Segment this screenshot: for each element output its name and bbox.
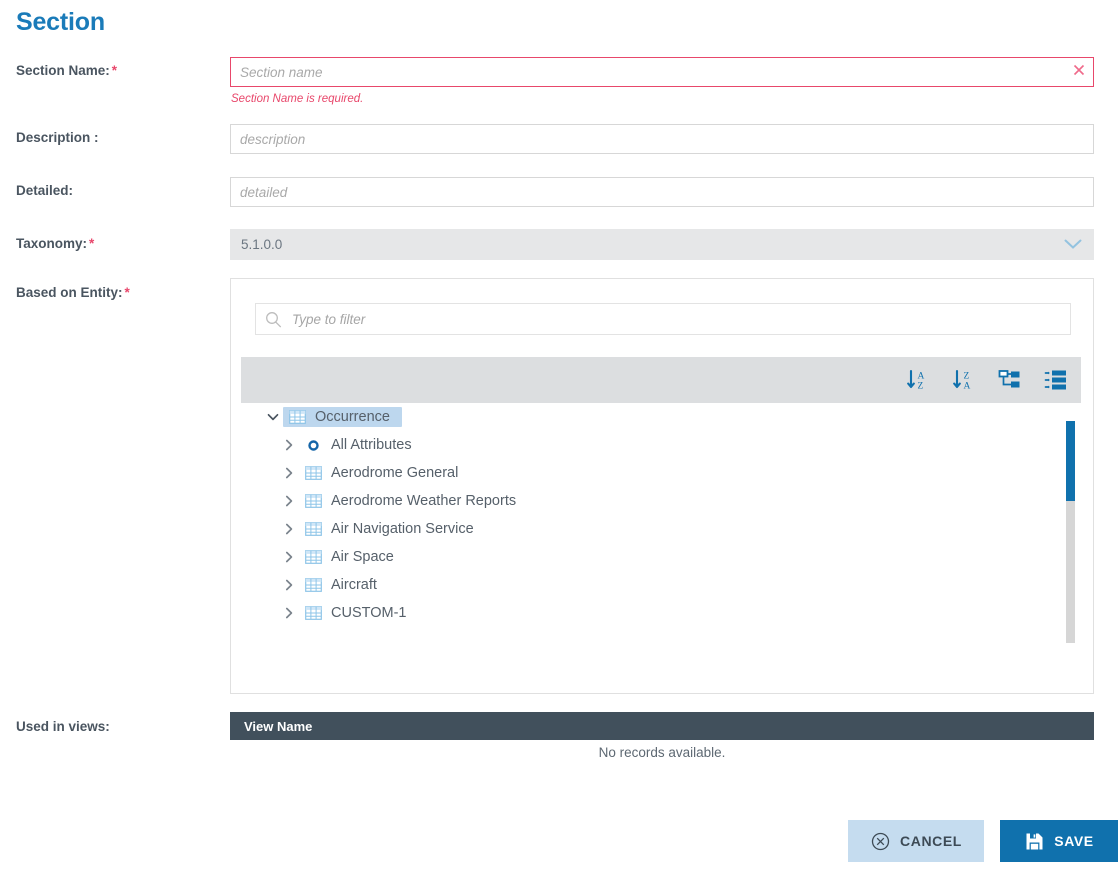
tree-node[interactable]: All Attributes	[241, 431, 1081, 459]
chevron-right-icon[interactable]	[279, 463, 299, 483]
table-icon	[304, 606, 322, 621]
entity-filter-input[interactable]	[290, 310, 1070, 328]
tree-node[interactable]: Air Navigation Service	[241, 515, 1081, 543]
tree-node-label: Air Navigation Service	[331, 521, 474, 537]
views-grid-header: View Name	[230, 712, 1094, 740]
chevron-right-icon[interactable]	[279, 491, 299, 511]
tree-node-chip[interactable]: CUSTOM-1	[299, 603, 418, 623]
cancel-circle-icon	[870, 831, 890, 851]
tree-scrollbar-thumb[interactable]	[1066, 421, 1075, 501]
description-input[interactable]	[230, 124, 1094, 154]
svg-text:Z: Z	[918, 381, 924, 391]
cancel-button-label: CANCEL	[900, 833, 962, 849]
save-button[interactable]: SAVE	[1000, 820, 1118, 862]
tree-node-label: Aerodrome Weather Reports	[331, 493, 517, 509]
tree-node-label: All Attributes	[331, 437, 412, 453]
tree-node[interactable]: Aerodrome Weather Reports	[241, 487, 1081, 515]
tree-node-chip[interactable]: Aerodrome General	[299, 463, 470, 483]
save-button-label: SAVE	[1054, 833, 1094, 849]
sort-ascending-icon[interactable]: A Z	[905, 367, 931, 393]
svg-text:A: A	[918, 372, 925, 382]
tree-node-chip[interactable]: All Attributes	[299, 435, 424, 455]
tree-node-chip[interactable]: Air Navigation Service	[299, 519, 486, 539]
detailed-label-text: Detailed:	[16, 183, 74, 198]
chevron-down-icon[interactable]	[263, 407, 283, 427]
based-on-entity-label: Based on Entity: *	[16, 285, 130, 300]
chevron-right-icon[interactable]	[279, 547, 299, 567]
chevron-right-icon[interactable]	[279, 435, 299, 455]
tree-toolbar: A Z Z A	[241, 357, 1081, 403]
tree-node-label: Occurrence	[315, 409, 390, 425]
search-icon	[265, 311, 282, 328]
section-name-error: Section Name is required.	[231, 93, 364, 105]
column-header-view-name: View Name	[244, 718, 313, 734]
tree-view-icon[interactable]	[997, 367, 1023, 393]
tree-node-chip[interactable]: Air Space	[299, 547, 406, 567]
chevron-right-icon[interactable]	[279, 519, 299, 539]
taxonomy-label: Taxonomy: *	[16, 236, 94, 251]
required-asterisk: *	[124, 285, 130, 300]
required-asterisk: *	[111, 63, 118, 78]
based-on-entity-label-text: Based on Entity:	[16, 285, 123, 300]
tree-node-chip[interactable]: Aerodrome Weather Reports	[299, 491, 528, 511]
entity-tree: Occurrence All Attributes Aerodrome Genera…	[241, 403, 1081, 683]
chevron-right-icon[interactable]	[279, 603, 299, 623]
description-label-text: Description :	[16, 130, 99, 145]
taxonomy-select[interactable]: 5.1.0.0	[230, 229, 1094, 260]
views-grid-empty-message: No records available.	[598, 745, 726, 760]
section-name-label-text: Section Name:	[16, 63, 110, 78]
table-icon	[304, 522, 322, 537]
tree-node[interactable]: CUSTOM-1	[241, 599, 1081, 627]
sort-descending-icon[interactable]: Z A	[951, 367, 977, 393]
table-icon	[288, 410, 306, 425]
description-label: Description :	[16, 130, 99, 145]
chevron-right-icon[interactable]	[279, 575, 299, 595]
section-name-label: Section Name: *	[16, 63, 117, 78]
table-icon	[304, 466, 322, 481]
used-in-views-label: Used in views:	[16, 719, 110, 734]
cancel-button[interactable]: CANCEL	[848, 820, 984, 862]
chevron-down-icon	[1063, 239, 1083, 251]
tree-node-label: CUSTOM-1	[331, 605, 407, 621]
attribute-dot-icon	[304, 438, 322, 453]
tree-node[interactable]: Air Space	[241, 543, 1081, 571]
tree-node-chip[interactable]: Aircraft	[299, 575, 389, 595]
table-icon	[304, 578, 322, 593]
detailed-input[interactable]	[230, 177, 1094, 207]
section-name-input[interactable]	[230, 57, 1094, 87]
tree-node-label: Aircraft	[331, 577, 377, 593]
taxonomy-label-text: Taxonomy:	[16, 236, 88, 251]
svg-text:Z: Z	[964, 372, 970, 382]
list-view-icon[interactable]	[1043, 367, 1069, 393]
tree-node-label: Air Space	[331, 549, 394, 565]
close-icon[interactable]	[1070, 63, 1088, 81]
table-icon	[304, 550, 322, 565]
taxonomy-value: 5.1.0.0	[241, 237, 283, 252]
page-title: Section	[16, 8, 105, 36]
tree-node-chip[interactable]: Occurrence	[283, 407, 402, 427]
section-form-page: Section Section Name:* Section Name is r…	[0, 0, 1118, 891]
entity-picker-panel: A Z Z A	[230, 278, 1094, 694]
tree-node[interactable]: Occurrence	[241, 403, 1081, 431]
tree-node[interactable]: Aerodrome General	[241, 459, 1081, 487]
table-icon	[304, 494, 322, 509]
required-asterisk: *	[89, 236, 95, 251]
tree-node[interactable]: Aircraft	[241, 571, 1081, 599]
detailed-label: Detailed:	[16, 183, 73, 198]
tree-node-label: Aerodrome General	[331, 465, 459, 481]
svg-text:A: A	[964, 381, 971, 391]
entity-filter-wrapper[interactable]	[255, 303, 1071, 335]
used-in-views-label-text: Used in views:	[16, 719, 110, 734]
save-floppy-icon	[1024, 831, 1044, 851]
